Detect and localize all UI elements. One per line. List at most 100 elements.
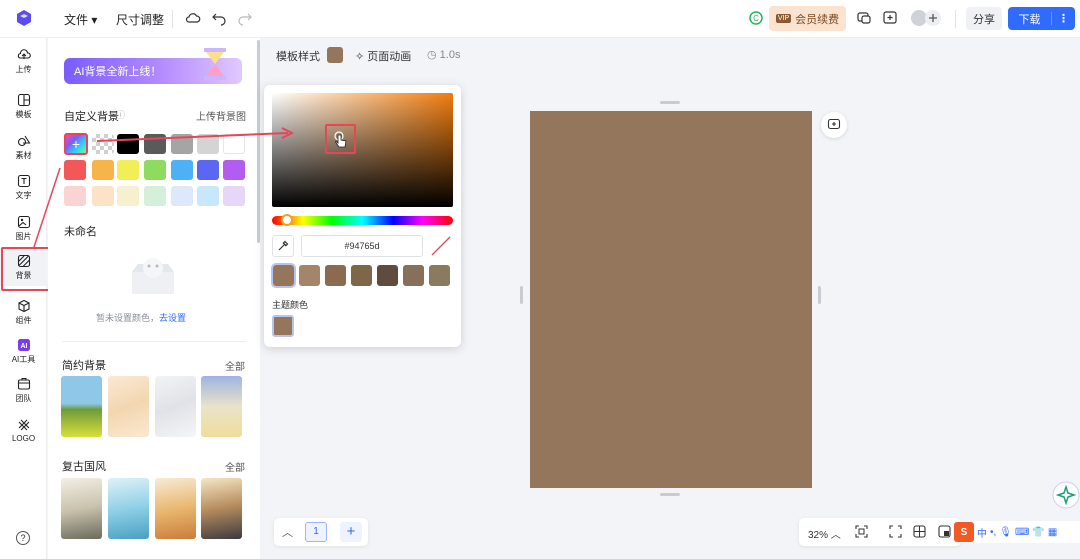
background-thumbnail[interactable]	[108, 478, 149, 539]
color-swatch[interactable]	[144, 134, 166, 154]
punctuation-icon[interactable]: •,	[990, 527, 996, 538]
background-thumbnail[interactable]	[201, 478, 242, 539]
color-swatch[interactable]	[144, 186, 166, 206]
sogou-ime-icon[interactable]: S	[954, 522, 974, 542]
vip-renew-button[interactable]: VIP 会员续费	[769, 6, 846, 31]
color-swatch[interactable]	[171, 134, 193, 154]
hue-slider[interactable]	[272, 216, 453, 225]
background-thumbnail[interactable]	[61, 376, 102, 437]
ai-assistant-icon[interactable]	[1052, 481, 1080, 509]
rail-item-text[interactable]: 文字	[0, 168, 47, 206]
color-swatch[interactable]	[197, 160, 219, 180]
animation-duration[interactable]: ◷ 1.0s	[427, 48, 460, 61]
color-swatch[interactable]	[144, 160, 166, 180]
rail-item-ai-tools[interactable]: AI AI工具	[0, 332, 47, 370]
file-menu[interactable]: 文件 ▾	[64, 11, 97, 28]
template-style-color-button[interactable]	[327, 47, 343, 63]
microphone-icon[interactable]: 🎙	[999, 527, 1012, 538]
preset-color-swatch[interactable]	[377, 265, 398, 286]
preset-color-swatch[interactable]	[325, 265, 346, 286]
hex-color-input[interactable]: #94765d	[301, 235, 423, 257]
go-set-link[interactable]: 去设置	[159, 313, 186, 323]
copyright-icon[interactable]: C	[748, 10, 764, 26]
color-swatch[interactable]	[171, 186, 193, 206]
toolbox-icon[interactable]: ▦	[1048, 527, 1057, 538]
help-icon[interactable]: ?	[16, 531, 30, 545]
color-swatch[interactable]	[197, 134, 219, 154]
resize-menu[interactable]: 尺寸调整	[116, 11, 164, 28]
cloud-save-icon[interactable]	[185, 10, 201, 26]
rail-item-template[interactable]: 模板	[0, 87, 47, 125]
add-comment-floating-button[interactable]	[821, 112, 847, 138]
transparent-swatch[interactable]	[92, 134, 114, 154]
comment-icon[interactable]	[856, 10, 872, 26]
skin-icon[interactable]: 👕	[1032, 527, 1044, 538]
resize-handle-left[interactable]	[520, 286, 523, 304]
simple-background-all-link[interactable]: 全部	[225, 358, 245, 373]
page-animation-button[interactable]: ✧ 页面动画	[355, 48, 411, 64]
rail-item-team[interactable]: 团队	[0, 371, 47, 409]
rail-item-components[interactable]: 组件	[0, 293, 47, 331]
retro-background-all-link[interactable]: 全部	[225, 459, 245, 474]
color-swatch[interactable]	[117, 186, 139, 206]
hue-slider-handle[interactable]	[281, 214, 293, 226]
background-thumbnail[interactable]	[155, 376, 196, 437]
resize-handle-right[interactable]	[818, 286, 821, 304]
collapse-pages-icon[interactable]: ︿	[282, 524, 293, 540]
resize-handle-bottom[interactable]	[660, 493, 680, 496]
grid-guides-icon[interactable]	[913, 525, 926, 538]
color-swatch[interactable]	[92, 160, 114, 180]
rail-item-upload[interactable]: 上传	[0, 42, 47, 80]
preset-color-swatch[interactable]	[429, 265, 450, 286]
preset-color-swatch[interactable]	[271, 263, 296, 288]
rail-item-background[interactable]: 背景	[0, 247, 51, 291]
color-swatch[interactable]	[223, 160, 245, 180]
ime-language-toggle[interactable]: 中	[977, 525, 987, 540]
color-swatch[interactable]	[64, 160, 86, 180]
keyboard-icon[interactable]: ⌨	[1015, 527, 1029, 538]
custom-color-picker-button[interactable]: +	[64, 133, 88, 155]
page-thumbnail-button[interactable]: 1	[305, 522, 327, 542]
background-thumbnail[interactable]	[155, 478, 196, 539]
preset-color-swatch[interactable]	[299, 265, 320, 286]
eyedropper-button[interactable]	[272, 235, 294, 257]
redo-icon[interactable]	[237, 10, 253, 26]
fullscreen-icon[interactable]	[889, 525, 902, 538]
info-icon[interactable]: ⓘ	[116, 108, 125, 121]
zoom-level-dropdown[interactable]: 32% ︿	[808, 526, 841, 541]
download-more-icon[interactable]: ⋮	[1051, 12, 1075, 25]
color-swatch[interactable]	[117, 160, 139, 180]
background-thumbnail[interactable]	[201, 376, 242, 437]
share-button[interactable]: 分享	[966, 7, 1002, 30]
rail-item-logo[interactable]: LOGO	[0, 411, 47, 449]
add-page-button[interactable]: +	[340, 522, 362, 542]
resize-handle-top[interactable]	[660, 101, 680, 104]
theme-color-swatch[interactable]	[272, 315, 294, 337]
color-swatch[interactable]	[223, 186, 245, 206]
color-swatch[interactable]	[171, 160, 193, 180]
color-swatch[interactable]	[117, 134, 139, 154]
collaborator-avatar[interactable]	[910, 9, 942, 27]
preset-color-swatch[interactable]	[351, 265, 372, 286]
rail-item-image[interactable]: 图片	[0, 209, 47, 247]
color-swatch[interactable]	[197, 186, 219, 206]
color-swatch[interactable]	[64, 186, 86, 206]
color-swatch[interactable]	[223, 134, 245, 154]
no-color-icon[interactable]	[430, 235, 452, 257]
panel-scrollbar[interactable]	[257, 40, 260, 243]
upload-background-link[interactable]: 上传背景图	[196, 108, 246, 123]
background-thumbnail[interactable]	[108, 376, 149, 437]
color-cursor-highlight[interactable]	[325, 124, 356, 154]
color-swatch[interactable]	[92, 186, 114, 206]
add-comment-icon[interactable]	[882, 10, 898, 26]
saturation-value-area[interactable]	[272, 93, 453, 207]
fit-screen-icon[interactable]	[855, 525, 868, 538]
minimap-icon[interactable]	[938, 525, 951, 538]
background-thumbnail[interactable]	[61, 478, 102, 539]
download-button[interactable]: 下载 ⋮	[1008, 7, 1075, 30]
preset-color-swatch[interactable]	[403, 265, 424, 286]
rail-item-elements[interactable]: 素材	[0, 128, 47, 166]
design-page[interactable]	[530, 111, 812, 488]
app-logo-icon[interactable]	[14, 8, 34, 28]
undo-icon[interactable]	[211, 10, 227, 26]
